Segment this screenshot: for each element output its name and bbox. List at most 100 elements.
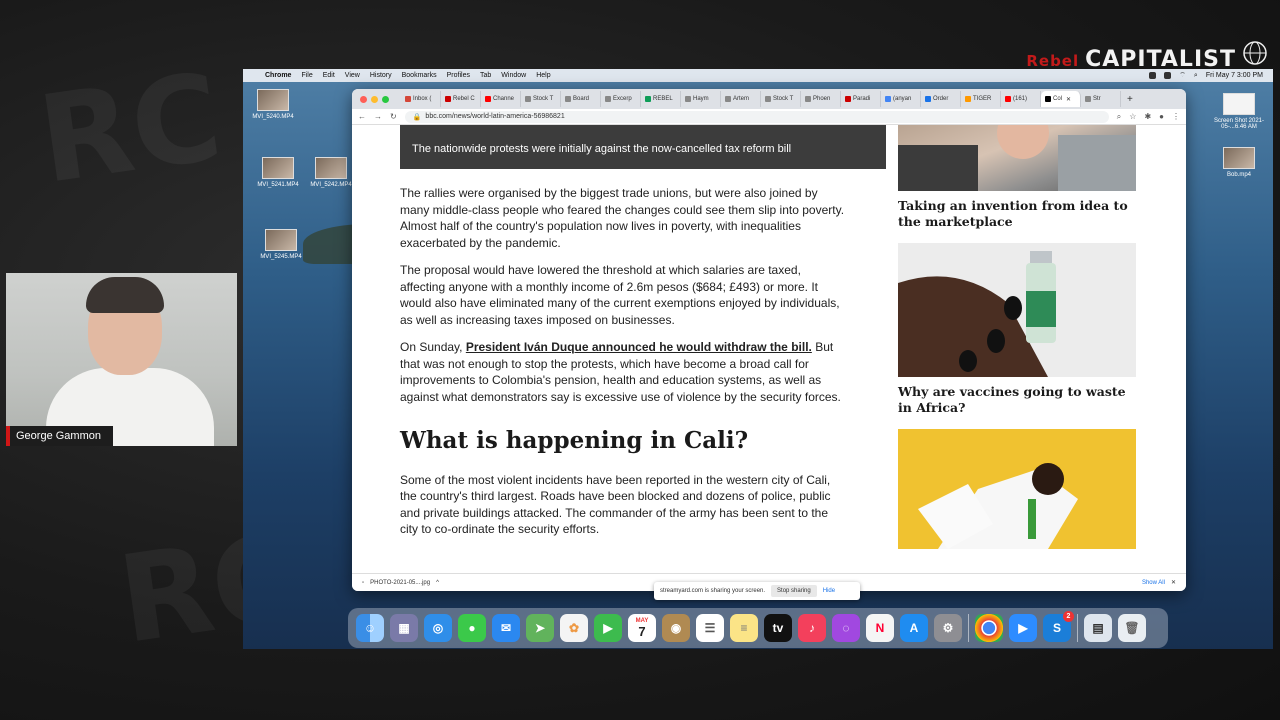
browser-tab[interactable]: REBEL [641,91,681,107]
downloads-folder-icon[interactable]: ▤ [1084,614,1112,642]
youtube-icon [1005,96,1011,102]
messages-icon[interactable]: ● [458,614,486,642]
more-menu-icon[interactable]: ⋮ [1172,112,1180,122]
stream-frame: RC RC Rebel CAPITALIST Chrome File Edit … [0,0,1280,720]
notes-icon[interactable]: ≡ [730,614,758,642]
browser-tab[interactable]: Artem [721,91,761,107]
chrome-icon[interactable] [975,614,1003,642]
article-paragraph: The proposal would have lowered the thre… [400,263,840,327]
browser-tab[interactable]: Str [1081,91,1121,107]
desktop-file-icon[interactable]: MVI_5241.MP4 [248,157,308,188]
browser-tab[interactable]: Inbox ( [401,91,441,107]
reload-icon[interactable]: ↻ [390,112,397,121]
calendar-icon[interactable]: MAY 7 [628,614,656,642]
story-headline-link[interactable]: Taking an invention from idea to the mar… [898,198,1138,230]
tab-label: Excerp [613,96,632,102]
hide-button[interactable]: Hide [823,588,835,594]
minimize-window-button[interactable] [371,95,378,103]
story-image[interactable] [898,243,1136,377]
tab-label: Order [933,96,949,102]
news-icon[interactable]: N [866,614,894,642]
facetime-icon[interactable]: ▶ [594,614,622,642]
browser-tab[interactable]: Paradi [841,91,881,107]
browser-tab[interactable]: TIGER [961,91,1001,107]
url-text: bbc.com/news/world-latin-america-5698682… [425,113,565,120]
browser-tab[interactable]: Phoen [801,91,841,107]
apple-tv-icon[interactable]: tv [764,614,792,642]
file-thumbnail [257,89,289,111]
browser-tab[interactable]: Rebel C [441,91,481,107]
wifi-icon[interactable]: ⌔ [1179,71,1186,80]
star-icon[interactable]: ☆ [1129,112,1136,122]
site-icon [965,96,971,102]
desktop-file-icon[interactable]: Screen Shot 2021-05-...6.46 AM [1209,93,1269,130]
back-icon[interactable]: ← [358,112,366,121]
zoom-window-button[interactable] [382,95,389,103]
menu-history[interactable]: History [370,72,392,79]
browser-tab[interactable]: (161) [1001,91,1041,107]
app-store-icon[interactable]: A [900,614,928,642]
article-link[interactable]: President Iván Duque announced he would … [466,340,812,354]
browser-tab[interactable]: Stock T [761,91,801,107]
menu-tab[interactable]: Tab [480,72,491,79]
safari-icon[interactable]: ◎ [424,614,452,642]
browser-tab-active[interactable]: Col ✕ [1041,91,1081,107]
profile-avatar-icon[interactable]: ● [1159,112,1164,122]
story-image[interactable] [898,429,1136,549]
show-all-button[interactable]: Show All [1142,580,1165,586]
browser-tab[interactable]: Channe [481,91,521,107]
bbc-icon [1045,96,1051,102]
music-icon[interactable]: ♪ [798,614,826,642]
forward-icon[interactable]: → [374,112,382,121]
presenter-name: George Gammon [16,430,101,442]
story-headline-link[interactable]: Why are vaccines going to waste in Afric… [898,384,1138,416]
menu-help[interactable]: Help [536,72,550,79]
bbc-article-page: The nationwide protests were initially a… [352,125,1186,573]
launchpad-icon[interactable]: ▦ [390,614,418,642]
menubar-clock[interactable]: Fri May 7 3:00 PM [1206,72,1263,79]
browser-tab[interactable]: Board [561,91,601,107]
mail-icon[interactable]: ✉ [492,614,520,642]
reminders-icon[interactable]: ☰ [696,614,724,642]
podcasts-icon[interactable]: ◌ [832,614,860,642]
search-icon[interactable]: ⌕ [1117,112,1121,122]
photos-icon[interactable]: ✿ [560,614,588,642]
spotlight-icon[interactable]: ⌕ [1194,72,1198,80]
trash-icon[interactable]: 🗑 [1118,614,1146,642]
extensions-icon[interactable]: ✱ [1144,112,1151,122]
finder-icon[interactable]: ☺ [356,614,384,642]
browser-tab[interactable]: Excerp [601,91,641,107]
browser-tab[interactable]: (anyan [881,91,921,107]
desktop-file-icon[interactable]: MVI_5240.MP4 [243,89,303,120]
menu-profiles[interactable]: Profiles [447,72,470,79]
menu-edit[interactable]: Edit [323,72,335,79]
skype-icon[interactable]: S2 [1043,611,1074,642]
desktop-file-icon[interactable]: Bob.mp4 [1209,147,1269,178]
stop-sharing-button[interactable]: Stop sharing [771,585,817,597]
browser-tab[interactable]: Haym [681,91,721,107]
menu-window[interactable]: Window [501,72,526,79]
browser-tab[interactable]: Order [921,91,961,107]
download-item[interactable]: PHOTO-2021-05....jpg [370,580,430,586]
chevron-up-icon[interactable]: ^ [436,580,439,586]
close-tab-icon[interactable]: ✕ [1066,96,1071,103]
close-icon[interactable]: ✕ [1171,579,1176,586]
status-icon[interactable] [1164,72,1172,79]
menu-chrome[interactable]: Chrome [265,72,291,79]
globe-icon [1243,41,1267,65]
story-image[interactable] [898,125,1136,191]
menu-file[interactable]: File [301,72,312,79]
site-icon [445,96,451,102]
maps-icon[interactable]: ➤ [526,614,554,642]
zoom-icon[interactable]: ▶ [1009,614,1037,642]
new-tab-button[interactable]: + [1127,94,1133,105]
url-bar[interactable]: 🔒 bbc.com/news/world-latin-america-56986… [404,110,1109,123]
close-window-button[interactable] [360,95,367,103]
browser-tab[interactable]: Stock T [521,91,561,107]
desktop-file-icon[interactable]: MVI_5245.MP4 [251,229,311,260]
system-preferences-icon[interactable]: ⚙ [934,614,962,642]
contacts-icon[interactable]: ◉ [662,614,690,642]
status-icon[interactable] [1149,72,1157,79]
menu-view[interactable]: View [345,72,360,79]
menu-bookmarks[interactable]: Bookmarks [402,72,437,79]
